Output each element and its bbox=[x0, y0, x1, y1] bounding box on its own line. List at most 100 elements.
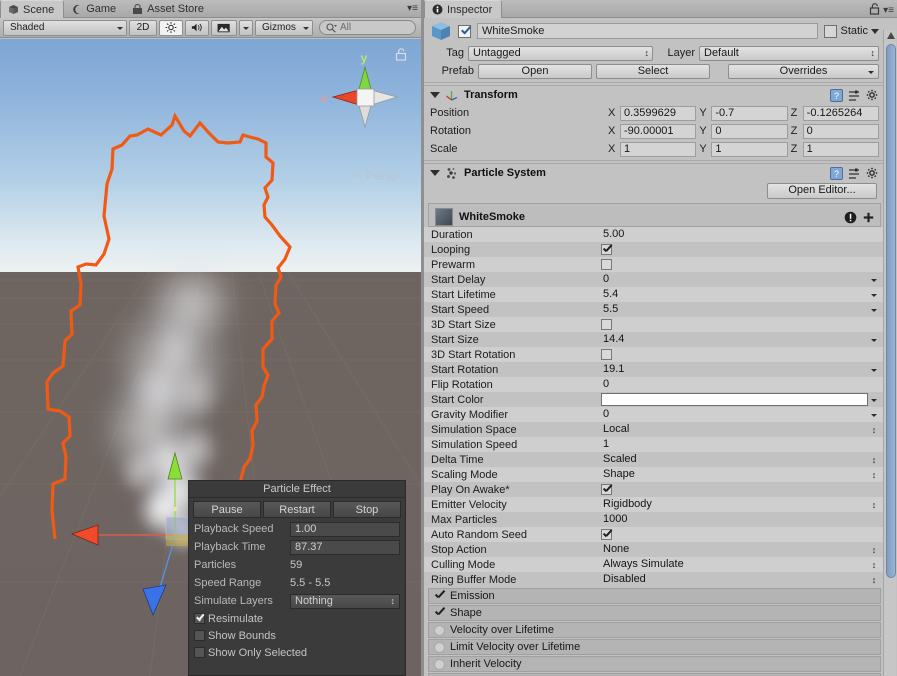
scene-panel-menu-icon[interactable]: ▾≡ bbox=[398, 3, 418, 15]
draw-mode-dropdown[interactable]: Shaded bbox=[3, 19, 127, 36]
module-enabled-checkbox[interactable] bbox=[434, 608, 445, 619]
property-value[interactable]: 0 bbox=[601, 408, 868, 422]
transform-foldout-icon[interactable] bbox=[430, 92, 440, 98]
warning-icon[interactable] bbox=[844, 211, 857, 224]
module-disabled-checkbox[interactable] bbox=[434, 641, 445, 653]
restart-button[interactable]: Restart bbox=[263, 501, 331, 518]
help-icon[interactable]: ? bbox=[830, 166, 843, 180]
property-value[interactable]: 0 bbox=[601, 273, 868, 287]
enum-updown-icon[interactable]: ↕ bbox=[868, 423, 880, 437]
chevron-down-icon[interactable] bbox=[868, 408, 880, 422]
chevron-down-icon[interactable] bbox=[868, 288, 880, 302]
scene-lighting-toggle[interactable] bbox=[159, 19, 183, 36]
scroll-up-arrow-icon[interactable] bbox=[886, 31, 896, 41]
scale-y-input[interactable]: 1 bbox=[711, 141, 788, 157]
stop-button[interactable]: Stop bbox=[333, 501, 401, 518]
plus-icon[interactable] bbox=[863, 212, 874, 223]
property-checkbox[interactable] bbox=[601, 259, 612, 270]
module-row[interactable]: Emission bbox=[428, 588, 881, 604]
module-row[interactable]: Velocity over Lifetime bbox=[428, 622, 881, 638]
property-value[interactable]: 5.5 bbox=[601, 303, 868, 317]
property-checkbox[interactable] bbox=[601, 319, 612, 330]
scene-view-axis-gizmo[interactable]: y x bbox=[317, 47, 413, 143]
gameobject-enabled-checkbox[interactable] bbox=[458, 24, 471, 38]
rotation-y-input[interactable]: 0 bbox=[711, 123, 788, 139]
property-value[interactable]: Rigidbody bbox=[601, 498, 868, 512]
property-checkbox[interactable] bbox=[601, 244, 612, 255]
prefab-open-button[interactable]: Open bbox=[478, 63, 592, 79]
particle-system-component-header[interactable]: Particle System ? bbox=[424, 163, 885, 182]
chevron-down-icon[interactable] bbox=[868, 393, 880, 407]
position-z-input[interactable]: -0.1265264 bbox=[802, 105, 879, 121]
module-enabled-checkbox[interactable] bbox=[434, 591, 445, 602]
open-editor-button[interactable]: Open Editor... bbox=[767, 183, 877, 199]
gizmos-dropdown[interactable]: Gizmos bbox=[255, 19, 313, 36]
scene-effects-dropdown[interactable] bbox=[239, 19, 253, 36]
particle-module-header[interactable]: WhiteSmoke bbox=[428, 203, 881, 227]
show-only-selected-row[interactable]: Show Only Selected bbox=[189, 644, 405, 661]
property-value[interactable]: 19.1 bbox=[601, 363, 868, 377]
show-only-selected-checkbox[interactable] bbox=[194, 647, 205, 658]
inspector-menu-group[interactable]: ▾≡ bbox=[852, 3, 894, 16]
property-value[interactable]: Scaled bbox=[601, 453, 868, 467]
layer-dropdown[interactable]: Default bbox=[699, 45, 879, 61]
playback-speed-input[interactable]: 1.00 bbox=[290, 521, 400, 537]
lock-icon[interactable] bbox=[869, 3, 880, 15]
property-value[interactable]: None bbox=[601, 543, 868, 557]
particle-system-foldout-icon[interactable] bbox=[430, 170, 440, 176]
tab-game[interactable]: Game bbox=[64, 0, 125, 18]
show-bounds-row[interactable]: Show Bounds bbox=[189, 627, 405, 644]
module-disabled-checkbox[interactable] bbox=[434, 658, 445, 670]
prefab-select-button[interactable]: Select bbox=[596, 63, 710, 79]
module-row[interactable]: Inherit Velocity bbox=[428, 656, 881, 672]
hamburger-icon[interactable]: ▾≡ bbox=[883, 5, 894, 16]
playback-time-input[interactable]: 87.37 bbox=[290, 539, 400, 555]
property-value[interactable]: Disabled bbox=[601, 573, 868, 587]
transform-component-header[interactable]: Transform ? bbox=[424, 85, 885, 104]
gameobject-name-input[interactable]: WhiteSmoke bbox=[477, 23, 819, 39]
help-icon[interactable]: ? bbox=[830, 88, 843, 102]
enum-updown-icon[interactable]: ↕ bbox=[868, 573, 880, 587]
tab-scene[interactable]: Scene bbox=[0, 0, 65, 18]
enum-updown-icon[interactable]: ↕ bbox=[868, 543, 880, 557]
start-color-swatch[interactable] bbox=[601, 393, 868, 406]
simulate-layers-dropdown[interactable]: Nothing bbox=[290, 593, 400, 609]
enum-updown-icon[interactable]: ↕ bbox=[868, 468, 880, 482]
scene-effects-toggle[interactable] bbox=[211, 19, 237, 36]
module-row[interactable]: Shape bbox=[428, 605, 881, 621]
pause-button[interactable]: Pause bbox=[193, 501, 261, 518]
chevron-down-icon[interactable] bbox=[868, 333, 880, 347]
lock-icon[interactable] bbox=[395, 48, 407, 61]
preset-icon[interactable] bbox=[848, 89, 861, 102]
enum-updown-icon[interactable]: ↕ bbox=[868, 498, 880, 512]
property-value[interactable]: 5.00 bbox=[601, 228, 880, 242]
inspector-scrollbar-thumb[interactable] bbox=[886, 44, 896, 578]
chevron-down-icon[interactable] bbox=[868, 273, 880, 287]
property-checkbox[interactable] bbox=[601, 529, 612, 540]
resimulate-checkbox[interactable] bbox=[194, 613, 205, 624]
tab-inspector[interactable]: Inspector bbox=[424, 0, 503, 18]
inspector-scrollbar[interactable] bbox=[883, 30, 896, 676]
property-value[interactable]: Shape bbox=[601, 468, 868, 482]
tab-asset-store[interactable]: Asset Store bbox=[125, 0, 213, 18]
property-value[interactable]: Always Simulate bbox=[601, 558, 868, 572]
position-y-input[interactable]: -0.7 bbox=[711, 105, 788, 121]
module-disabled-checkbox[interactable] bbox=[434, 624, 445, 636]
chevron-down-icon[interactable] bbox=[868, 363, 880, 377]
module-row[interactable]: Limit Velocity over Lifetime bbox=[428, 639, 881, 655]
property-checkbox[interactable] bbox=[601, 484, 612, 495]
scene-audio-toggle[interactable] bbox=[185, 19, 209, 36]
property-value[interactable]: 0 bbox=[601, 378, 880, 392]
scale-z-input[interactable]: 1 bbox=[802, 141, 879, 157]
show-bounds-checkbox[interactable] bbox=[194, 630, 205, 641]
static-toggle-group[interactable]: Static bbox=[824, 24, 879, 38]
projection-mode-label[interactable]: ≺ Persp bbox=[352, 169, 399, 183]
position-x-input[interactable]: 0.3599629 bbox=[620, 105, 697, 121]
resimulate-row[interactable]: Resimulate bbox=[189, 610, 405, 627]
enum-updown-icon[interactable]: ↕ bbox=[868, 453, 880, 467]
gear-icon[interactable] bbox=[866, 89, 879, 102]
property-value[interactable]: 1 bbox=[601, 438, 880, 452]
toggle-2d-button[interactable]: 2D bbox=[129, 19, 157, 36]
property-value[interactable]: 1000 bbox=[601, 513, 880, 527]
rotation-z-input[interactable]: 0 bbox=[802, 123, 879, 139]
